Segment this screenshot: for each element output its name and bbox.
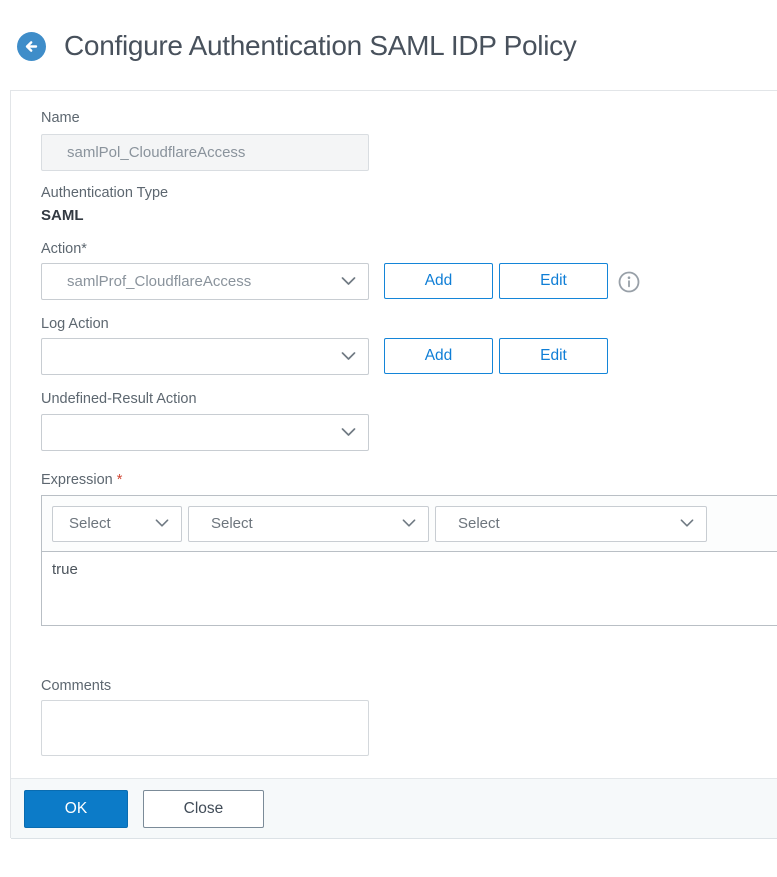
expression-select-attribute[interactable]: Select: [188, 505, 429, 542]
chevron-down-icon: [341, 277, 356, 286]
name-input[interactable]: [41, 134, 369, 171]
form-panel: Name Authentication Type SAML Action* sa…: [10, 90, 777, 839]
expression-select-operator[interactable]: Select: [435, 505, 707, 542]
expression-label-text: Expression: [41, 472, 113, 488]
expression-value-input[interactable]: true: [42, 552, 777, 625]
comments-label: Comments: [41, 678, 112, 694]
info-icon[interactable]: [618, 271, 640, 293]
name-label: Name: [41, 110, 80, 126]
expression-toolbar: Select Select Select: [42, 496, 777, 552]
auth-type-label: Authentication Type: [41, 185, 169, 201]
chevron-down-icon: [155, 519, 169, 528]
action-add-button[interactable]: Add: [384, 263, 493, 299]
log-action-add-button[interactable]: Add: [384, 338, 493, 374]
form-footer: OK Close: [11, 778, 777, 839]
ok-button[interactable]: OK: [24, 789, 128, 828]
page-title: Configure Authentication SAML IDP Policy: [64, 30, 577, 61]
required-asterisk: *: [116, 472, 123, 488]
chevron-down-icon: [341, 428, 356, 437]
log-action-select[interactable]: [41, 338, 369, 375]
undefined-result-action-label: Undefined-Result Action: [41, 391, 197, 407]
expression-editor: Select Select Select true: [41, 495, 777, 626]
expression-select-value: Select: [211, 515, 253, 532]
close-button[interactable]: Close: [143, 789, 264, 828]
action-select-value: samlProf_CloudflareAccess: [67, 273, 252, 290]
expression-select-value: Select: [458, 515, 500, 532]
action-edit-button[interactable]: Edit: [499, 263, 608, 299]
back-button[interactable]: [17, 31, 46, 61]
arrow-left-icon: [25, 40, 38, 52]
chevron-down-icon: [402, 519, 416, 528]
page-header: Configure Authentication SAML IDP Policy: [17, 30, 577, 62]
expression-label: Expression *: [41, 472, 122, 488]
auth-type-value: SAML: [41, 207, 84, 224]
chevron-down-icon: [680, 519, 694, 528]
action-label: Action*: [41, 241, 87, 257]
comments-input[interactable]: [41, 700, 369, 756]
expression-select-operand[interactable]: Select: [52, 505, 182, 542]
undefined-result-action-select[interactable]: [41, 414, 369, 451]
log-action-edit-button[interactable]: Edit: [499, 338, 608, 374]
chevron-down-icon: [341, 352, 356, 361]
expression-select-value: Select: [69, 515, 111, 532]
log-action-label: Log Action: [41, 316, 109, 332]
action-select[interactable]: samlProf_CloudflareAccess: [41, 263, 369, 300]
